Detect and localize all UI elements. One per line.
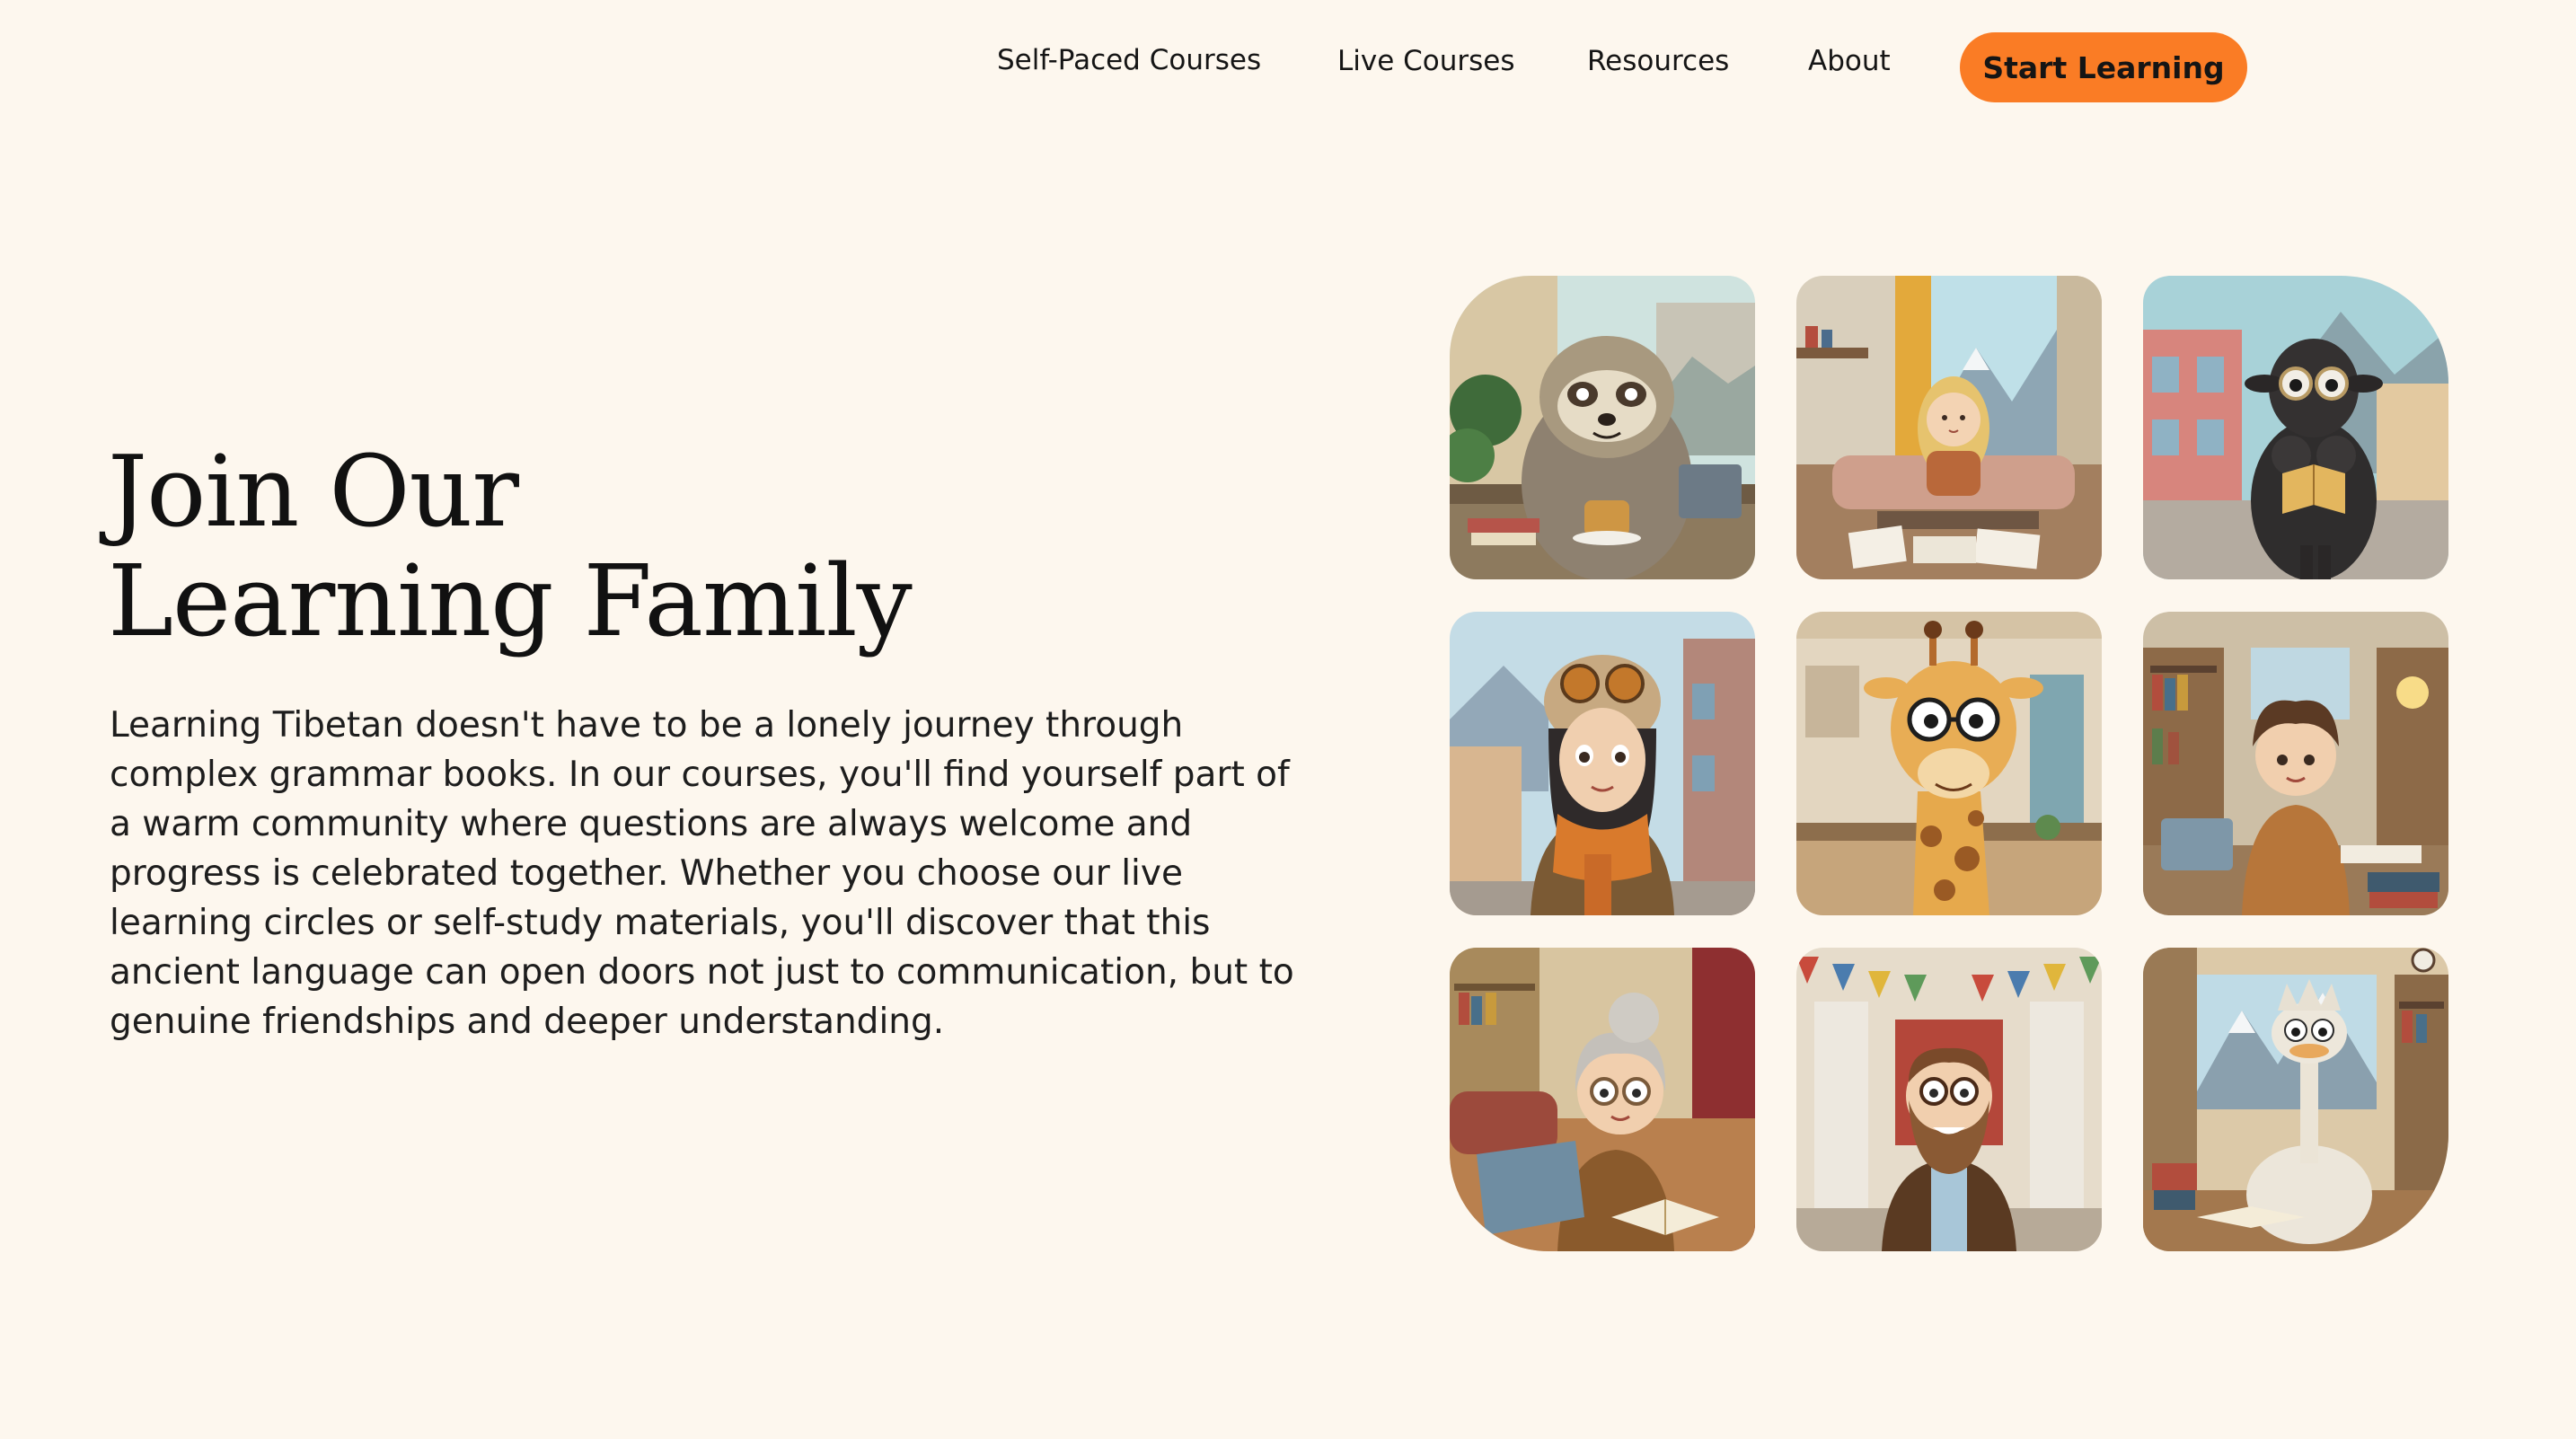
gallery-tile-black-sheep (2143, 276, 2448, 579)
grandmother-illustration (1450, 948, 1755, 1251)
gallery-tile-grandmother (1450, 948, 1755, 1251)
gallery-tile-girl-goggles (1450, 612, 1755, 915)
hero-title-line-2: Learning Family (108, 543, 913, 658)
gallery-tile-bearded-man (1796, 948, 2102, 1251)
bearded-man-illustration (1796, 948, 2102, 1251)
gallery-tile-sloth (1450, 276, 1755, 579)
girl-goggles-illustration (1450, 612, 1755, 915)
hero-description: Learning Tibetan doesn't have to be a lo… (110, 705, 1294, 1042)
sloth-illustration (1450, 276, 1755, 579)
gallery-tile-boy-laptop (2143, 612, 2448, 915)
nav-link-self-paced-courses[interactable]: Self-Paced Courses (997, 44, 1261, 76)
nav-link-resources[interactable]: Resources (1587, 45, 1729, 77)
hero-title-line-1: Join Our (108, 434, 519, 549)
boy-laptop-illustration (2143, 612, 2448, 915)
nav-link-about[interactable]: About (1808, 45, 1891, 77)
gallery-tile-giraffe (1796, 612, 2102, 915)
community-gallery (1450, 276, 2450, 1251)
top-nav: Self-Paced Courses Live Courses Resource… (0, 32, 2576, 104)
nav-link-live-courses[interactable]: Live Courses (1337, 45, 1515, 77)
start-learning-button[interactable]: Start Learning (1960, 32, 2247, 102)
hero-title: Join Our Learning Family (108, 434, 913, 658)
girl-studying-illustration (1796, 276, 2102, 579)
giraffe-illustration (1796, 612, 2102, 915)
ostrich-illustration (2143, 948, 2448, 1251)
gallery-tile-ostrich (2143, 948, 2448, 1251)
black-sheep-illustration (2143, 276, 2448, 579)
gallery-tile-girl-studying (1796, 276, 2102, 579)
